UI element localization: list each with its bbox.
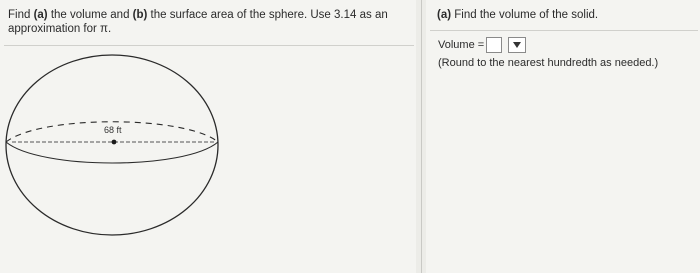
volume-input[interactable] xyxy=(486,37,503,53)
part-a-divider xyxy=(430,30,698,31)
panel-divider xyxy=(421,0,422,273)
equator-front xyxy=(5,141,219,164)
sphere-outline xyxy=(5,54,219,236)
question-divider xyxy=(4,45,414,46)
chevron-down-icon xyxy=(513,42,522,48)
unit-dropdown[interactable] xyxy=(508,37,527,53)
volume-answer-row: Volume = xyxy=(438,37,527,53)
part-a-heading: (a) Find the volume of the solid. xyxy=(437,9,599,21)
question-text: Find (a) the volume and (b) the surface … xyxy=(8,9,388,35)
rounding-note: (Round to the nearest hundredth as neede… xyxy=(438,57,659,69)
dimension-label: 68 ft xyxy=(104,125,122,135)
sphere-figure: 68 ft xyxy=(5,54,219,236)
volume-label: Volume = xyxy=(438,39,485,51)
center-point xyxy=(111,139,117,145)
